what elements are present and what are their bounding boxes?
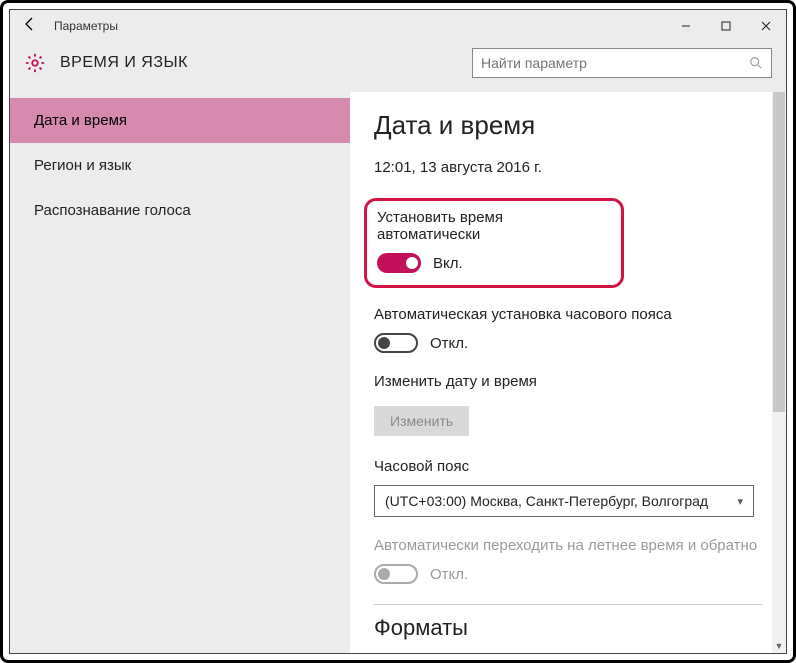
auto-time-label: Установить время автоматически	[377, 209, 605, 243]
formats-heading: Форматы	[374, 615, 762, 641]
close-button[interactable]	[746, 10, 786, 42]
auto-time-state: Вкл.	[433, 255, 463, 272]
content-pane: Дата и время 12:01, 13 августа 2016 г. У…	[350, 92, 786, 653]
highlight-annotation: Установить время автоматически Вкл.	[364, 198, 624, 288]
settings-window: Параметры ВРЕМЯ И ЯЗЫК	[9, 9, 787, 654]
sidebar-item-speech[interactable]: Распознавание голоса	[10, 188, 350, 233]
scroll-down-icon[interactable]: ▼	[772, 639, 786, 653]
timezone-value: (UTC+03:00) Москва, Санкт-Петербург, Вол…	[385, 493, 708, 509]
sidebar-item-label: Регион и язык	[34, 157, 131, 174]
vertical-scrollbar[interactable]: ▲ ▼	[772, 92, 786, 653]
timezone-select[interactable]: (UTC+03:00) Москва, Санкт-Петербург, Вол…	[374, 485, 754, 517]
page-title: Дата и время	[374, 110, 762, 141]
back-button[interactable]	[10, 16, 50, 37]
header-row: ВРЕМЯ И ЯЗЫК	[10, 42, 786, 92]
sidebar: Дата и время Регион и язык Распознавание…	[10, 92, 350, 653]
sidebar-item-label: Распознавание голоса	[34, 202, 191, 219]
current-datetime: 12:01, 13 августа 2016 г.	[374, 159, 762, 176]
search-input[interactable]	[481, 55, 749, 71]
gear-icon	[24, 52, 46, 74]
dst-label: Автоматически переходить на летнее время…	[374, 537, 762, 554]
sidebar-item-date-time[interactable]: Дата и время	[10, 98, 350, 143]
dst-state: Откл.	[430, 566, 468, 583]
auto-tz-toggle[interactable]	[374, 333, 418, 353]
dst-toggle	[374, 564, 418, 584]
auto-time-toggle[interactable]	[377, 253, 421, 273]
change-button: Изменить	[374, 406, 469, 436]
timezone-label: Часовой пояс	[374, 458, 762, 475]
auto-tz-state: Откл.	[430, 335, 468, 352]
scrollbar-thumb[interactable]	[773, 92, 785, 412]
search-box[interactable]	[472, 48, 772, 78]
auto-tz-label: Автоматическая установка часового пояса	[374, 306, 762, 323]
search-icon	[749, 56, 763, 70]
maximize-button[interactable]	[706, 10, 746, 42]
window-title: Параметры	[50, 19, 666, 33]
minimize-button[interactable]	[666, 10, 706, 42]
sidebar-item-label: Дата и время	[34, 112, 127, 129]
section-title: ВРЕМЯ И ЯЗЫК	[60, 54, 458, 72]
divider	[374, 604, 762, 605]
change-dt-label: Изменить дату и время	[374, 373, 762, 390]
chevron-down-icon: ▾	[737, 495, 743, 508]
titlebar: Параметры	[10, 10, 786, 42]
sidebar-item-region-language[interactable]: Регион и язык	[10, 143, 350, 188]
